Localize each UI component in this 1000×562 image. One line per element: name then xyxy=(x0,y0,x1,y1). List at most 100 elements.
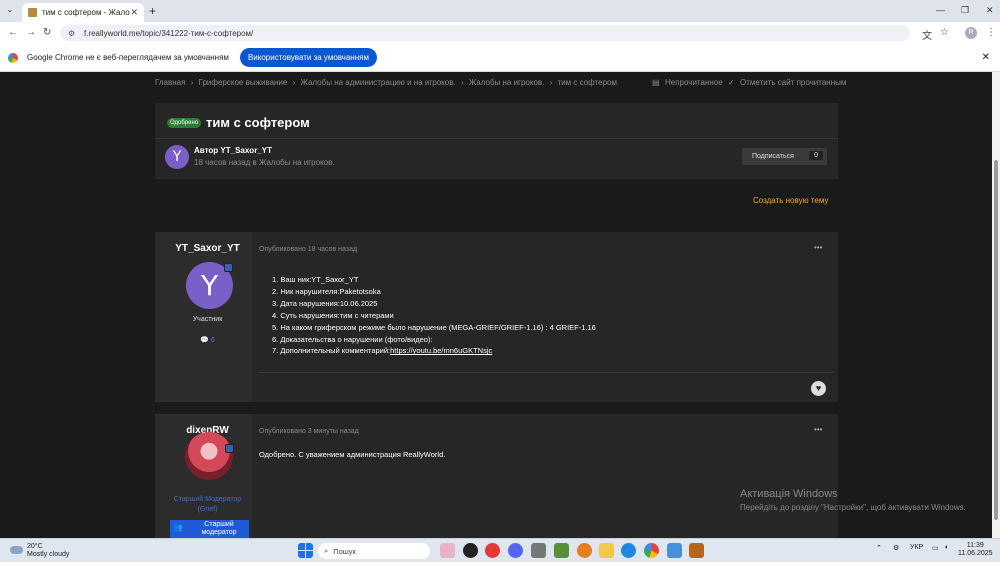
watermark-subtitle: Перейдіть до розділу "Настройки", щоб ак… xyxy=(740,503,966,512)
breadcrumb-sep: › xyxy=(549,78,553,87)
topic-author[interactable]: Автор YT_Saxor_YT xyxy=(194,146,272,155)
tray-app-icon[interactable]: ⚙ xyxy=(893,544,899,552)
minecraft-icon[interactable] xyxy=(554,543,569,558)
avatar[interactable] xyxy=(185,432,233,480)
post-line: 6. Доказательства о нарушении (фото/виде… xyxy=(272,334,433,344)
search-placeholder: Пошук xyxy=(333,546,356,556)
page-title: тим с софтером xyxy=(206,115,310,130)
badge-line: модератор xyxy=(201,529,237,536)
tab-search-icon[interactable]: ⌄ xyxy=(4,5,16,17)
post-count: 💬 6 xyxy=(200,337,215,344)
online-indicator-icon xyxy=(225,444,234,453)
divider xyxy=(259,372,834,373)
system-clock[interactable]: 11:39 11.06.2025 xyxy=(958,542,993,558)
follow-label: Подписаться xyxy=(752,153,794,160)
heart-icon[interactable]: ♥ xyxy=(811,381,826,396)
cloud-icon xyxy=(10,546,23,554)
bookmark-star-icon[interactable]: ☆ xyxy=(940,27,949,38)
role-line: (Grief) xyxy=(197,506,218,513)
follow-button[interactable]: Подписаться 0 xyxy=(742,148,827,165)
language-indicator[interactable]: УКР xyxy=(910,544,923,551)
post: dixenRW Старший Модератор (Grief) 👥 Стар… xyxy=(155,414,838,538)
reload-icon[interactable]: ↻ xyxy=(43,27,51,38)
search-input[interactable]: ⌕ Пошук xyxy=(318,543,430,559)
breadcrumb-complaints[interactable]: Жалобы на администрацию и на игроков. xyxy=(301,78,456,87)
breadcrumb-grief[interactable]: Гриферское выживание xyxy=(199,78,288,87)
default-browser-infobar: Google Chrome не є веб-переглядачем за у… xyxy=(0,44,1000,72)
site-info-icon[interactable]: ⚙ xyxy=(68,29,78,38)
post-line: 2. Ник нарушителя:Paketotsoka xyxy=(272,286,381,296)
app-icon[interactable] xyxy=(531,543,546,558)
post-line: 4. Суть нарушения:тим с читерами xyxy=(272,310,394,320)
breadcrumb-home[interactable]: Главная xyxy=(155,78,185,87)
weather-widget[interactable]: 20°C Mostly cloudy xyxy=(10,543,69,559)
forum-page: Главная › Гриферское выживание › Жалобы … xyxy=(0,72,992,538)
infobar-close-icon[interactable]: ✕ xyxy=(982,52,990,63)
youtube-link[interactable]: https://youtu.be/mn6uGKTNsjc xyxy=(390,346,492,355)
post-line: 7. Дополнительный комментарий:https://yo… xyxy=(272,345,596,357)
scrollbar[interactable] xyxy=(992,72,1000,538)
profile-avatar[interactable]: R xyxy=(965,27,977,39)
start-icon[interactable] xyxy=(298,543,313,558)
minimize-icon[interactable]: — xyxy=(936,5,945,15)
menu-icon[interactable]: ⋮ xyxy=(986,27,996,38)
mark-read-link[interactable]: Отметить сайт прочитанным xyxy=(740,78,846,87)
clock-date: 11.06.2025 xyxy=(958,550,993,557)
maximize-icon[interactable]: ❐ xyxy=(961,5,969,16)
post-line: 5. На каком гриферском режиме было наруш… xyxy=(272,322,596,332)
browser-tab[interactable]: тим с софтером - Жалобы на ... ✕ xyxy=(22,3,144,22)
post-line: 1. Ваш ник:YT_Saxor_YT xyxy=(272,275,359,284)
app-icon[interactable] xyxy=(577,543,592,558)
role-line: Старший Модератор xyxy=(173,496,242,503)
post-body: 1. Ваш ник:YT_Saxor_YT 2. Ник нарушителя… xyxy=(272,274,596,357)
breadcrumb-current: тим с софтером xyxy=(557,78,617,87)
network-icon[interactable]: ▭ xyxy=(932,544,939,552)
watermark-title: Активація Windows xyxy=(740,488,838,500)
follow-count: 0 xyxy=(809,151,823,160)
breadcrumb-sep: › xyxy=(460,78,464,87)
chrome-icon xyxy=(8,52,18,63)
app-icon[interactable] xyxy=(667,543,682,558)
breadcrumb-player-complaints[interactable]: Жалобы на игроков. xyxy=(469,78,545,87)
address-bar[interactable]: ⚙ f.reallyworld.me/topic/341222-тим-с-со… xyxy=(60,25,910,41)
more-options-icon[interactable]: ••• xyxy=(814,243,822,252)
user-role: Старший Модератор (Grief) xyxy=(155,495,260,515)
file-explorer-icon[interactable] xyxy=(599,543,614,558)
tab-title: тим с софтером - Жалобы на ... xyxy=(42,8,130,17)
window-close-icon[interactable]: ✕ xyxy=(986,5,994,16)
more-options-icon[interactable]: ••• xyxy=(814,425,822,434)
post-body: Одобрено. С уважением администрация Real… xyxy=(259,450,446,459)
new-tab-icon[interactable]: + xyxy=(149,4,156,18)
tab-strip: ⌄ тим с софтером - Жалобы на ... ✕ + — ❐… xyxy=(0,0,1000,22)
translate-icon[interactable]: 文 xyxy=(922,27,932,42)
volume-icon[interactable]: ◖ xyxy=(944,544,948,551)
avatar[interactable]: Y xyxy=(165,145,189,169)
weather-temp: 20°C xyxy=(27,543,43,550)
breadcrumb-sep: › xyxy=(190,78,194,87)
edge-icon[interactable] xyxy=(621,543,636,558)
forward-icon[interactable]: → xyxy=(26,27,36,38)
post-line: 3. Дата нарушения:10.06.2025 xyxy=(272,298,378,308)
set-default-button[interactable]: Використовувати за умовчанням xyxy=(239,48,377,67)
post-username[interactable]: YT_Saxor_YT xyxy=(155,243,260,254)
app-icon[interactable] xyxy=(485,543,500,558)
scrollbar-thumb[interactable] xyxy=(994,160,998,520)
app-icon[interactable] xyxy=(463,543,478,558)
user-role: Участник xyxy=(192,316,223,323)
close-tab-icon[interactable]: ✕ xyxy=(130,7,138,18)
post-meta: Опубликовано 18 часов назад xyxy=(259,246,358,253)
check-icon: ✓ xyxy=(728,78,735,87)
chrome-icon[interactable] xyxy=(644,543,659,558)
app-icon[interactable] xyxy=(689,543,704,558)
search-icon: ⌕ xyxy=(324,546,329,555)
back-icon[interactable]: ← xyxy=(8,27,18,38)
status-badge: Одобрено xyxy=(167,118,202,128)
unread-link[interactable]: Непрочитанное xyxy=(665,78,723,87)
site-favicon-icon xyxy=(28,8,37,17)
widgets-icon[interactable] xyxy=(440,543,455,558)
new-topic-button[interactable]: Создать новую тему xyxy=(753,196,828,205)
badge-line: Старший xyxy=(204,521,234,528)
discord-icon[interactable] xyxy=(508,543,523,558)
divider xyxy=(155,138,838,139)
tray-chevron-icon[interactable]: ⌃ xyxy=(876,544,882,552)
